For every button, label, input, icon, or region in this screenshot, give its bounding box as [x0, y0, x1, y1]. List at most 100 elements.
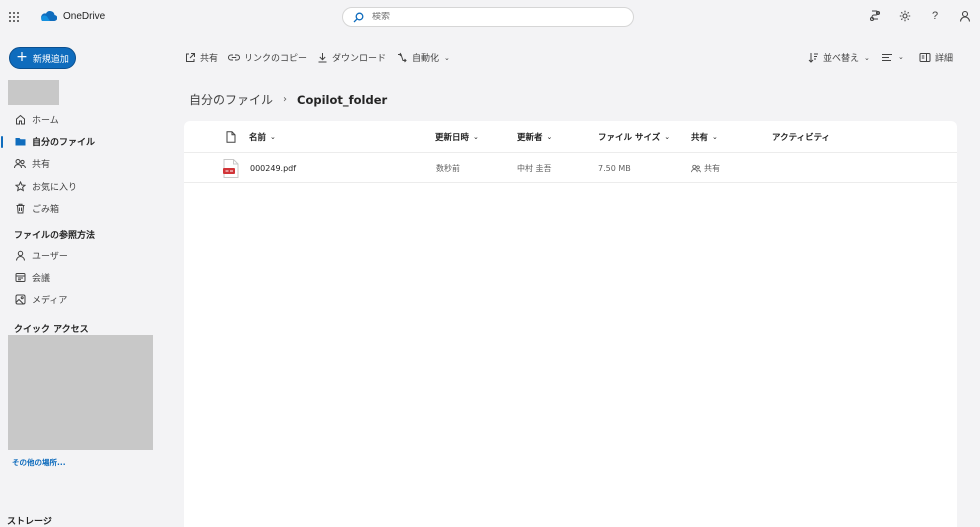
search-input[interactable] [372, 12, 612, 22]
copy-link-button[interactable]: リンクのコピー [228, 51, 307, 64]
help-icon[interactable]: ? [928, 9, 942, 23]
sort-label: 並べ替え [823, 54, 860, 64]
people-icon [691, 164, 701, 173]
sidebar-item-label: メディア [32, 296, 68, 307]
copy-link-label: リンクのコピー [244, 54, 308, 64]
sidebar-item-shared[interactable]: 共有 [0, 153, 180, 175]
chevron-right-icon: › [283, 94, 288, 105]
copilot-icon[interactable] [868, 9, 882, 23]
file-sharing[interactable]: 共有 [691, 153, 720, 183]
gear-icon[interactable] [898, 9, 912, 23]
automate-icon [396, 52, 408, 64]
sidebar-item-meetings[interactable]: 会議 [0, 266, 180, 288]
quick-access-title: クイック アクセス [14, 325, 89, 335]
top-bar: OneDrive ? [0, 0, 980, 34]
size-column-header[interactable]: ファイル サイズ ⌄ [598, 121, 670, 152]
sidebar-item-label: 自分のファイル [32, 138, 96, 149]
view-options-button[interactable]: ⌄ [881, 51, 904, 63]
details-label: 詳細 [935, 54, 954, 64]
column-label: ファイル サイズ [598, 132, 661, 143]
sidebar-item-favorites[interactable]: お気に入り [0, 175, 180, 197]
details-pane-icon [919, 52, 931, 64]
chevron-down-icon: ⌄ [898, 53, 904, 61]
automate-button[interactable]: 自動化 ⌄ [396, 51, 450, 64]
list-view-icon [881, 51, 893, 63]
share-label: 共有 [200, 54, 219, 64]
file-modified-by: 中村 圭吾 [517, 163, 552, 173]
search-icon [353, 12, 364, 23]
automate-label: 自動化 [412, 54, 440, 64]
column-label: 更新者 [517, 132, 543, 143]
sidebar-item-label: 会議 [32, 274, 51, 285]
browse-nav: ユーザー 会議 メディア [0, 244, 180, 311]
sidebar-item-home[interactable]: ホーム [0, 108, 180, 130]
people-icon [14, 158, 26, 170]
file-modified: 数秒前 [436, 163, 460, 173]
column-label: 名前 [249, 132, 267, 143]
activity-column-header: アクティビティ [772, 121, 830, 152]
sidebar-item-people[interactable]: ユーザー [0, 244, 180, 266]
person-icon [14, 249, 26, 261]
sidebar-item-media[interactable]: メディア [0, 289, 180, 311]
download-label: ダウンロード [332, 54, 387, 64]
breadcrumb: 自分のファイル › Copilot_folder [189, 91, 387, 108]
download-icon [316, 52, 328, 64]
chevron-down-icon: ⌄ [270, 132, 276, 141]
share-button[interactable]: 共有 [184, 51, 218, 64]
chevron-down-icon: ⌄ [712, 132, 718, 141]
more-places-link[interactable]: その他の場所... [12, 457, 66, 468]
chevron-down-icon: ⌄ [546, 132, 553, 141]
search-box[interactable] [342, 7, 634, 27]
sidebar-item-label: お気に入り [32, 182, 78, 193]
sidebar-item-label: ホーム [32, 115, 59, 126]
quick-access-placeholder [8, 335, 153, 450]
breadcrumb-current: Copilot_folder [297, 92, 388, 107]
chevron-down-icon: ⌄ [473, 132, 479, 141]
folder-icon [14, 136, 26, 148]
sidebar-item-my-files[interactable]: 自分のファイル [0, 130, 180, 152]
chevron-down-icon: ⌄ [664, 132, 671, 141]
file-name[interactable]: 000249.pdf [250, 153, 296, 183]
breadcrumb-parent[interactable]: 自分のファイル [189, 91, 273, 108]
plus-icon: + [16, 49, 28, 65]
storage-title: ストレージ [7, 517, 52, 527]
trash-icon [14, 203, 26, 215]
sidebar-item-label: 共有 [32, 160, 51, 171]
name-column-header[interactable]: 名前 ⌄ [249, 121, 276, 152]
modified-by-column-header[interactable]: 更新者 ⌄ [517, 121, 552, 152]
column-label: 更新日時 [435, 132, 470, 143]
star-icon [14, 180, 26, 192]
cloud-icon [40, 10, 57, 22]
file-list-panel: 名前 ⌄ 更新日時 ⌄ 更新者 ⌄ ファイル サイズ ⌄ 共有 ⌄ アクティビテ… [184, 121, 957, 527]
new-button[interactable]: + 新規追加 [9, 47, 76, 69]
onedrive-logo[interactable]: OneDrive [40, 10, 105, 22]
browse-section-title: ファイルの参照方法 [14, 231, 96, 241]
document-icon [226, 130, 236, 143]
sidebar-item-label: ユーザー [32, 251, 68, 262]
file-type-column-header[interactable] [226, 121, 236, 152]
sidebar-item-label: ごみ箱 [32, 205, 60, 216]
home-icon [14, 113, 26, 125]
chevron-down-icon: ⌄ [444, 53, 450, 62]
sort-button[interactable]: 並べ替え ⌄ [807, 51, 870, 64]
table-row[interactable]: 000249.pdf 数秒前 中村 圭吾 7.50 MB 共有 [184, 153, 957, 183]
account-icon[interactable] [958, 9, 972, 23]
download-button[interactable]: ダウンロード [316, 51, 386, 64]
image-icon [14, 294, 26, 306]
column-label: 共有 [691, 132, 709, 143]
new-button-label: 新規追加 [32, 54, 69, 65]
sharing-column-header[interactable]: 共有 ⌄ [691, 121, 718, 152]
details-button[interactable]: 詳細 [919, 51, 953, 64]
sort-icon [807, 52, 819, 64]
app-launcher-icon[interactable] [7, 10, 21, 24]
modified-column-header[interactable]: 更新日時 ⌄ [435, 121, 479, 152]
avatar [8, 80, 59, 105]
share-icon [184, 52, 196, 64]
sharing-label: 共有 [704, 163, 720, 173]
column-label: アクティビティ [772, 132, 831, 143]
meeting-icon [14, 272, 26, 284]
sidebar-item-recycle-bin[interactable]: ごみ箱 [0, 198, 180, 220]
file-size: 7.50 MB [598, 163, 631, 173]
link-icon [228, 52, 240, 64]
chevron-down-icon: ⌄ [864, 53, 870, 62]
